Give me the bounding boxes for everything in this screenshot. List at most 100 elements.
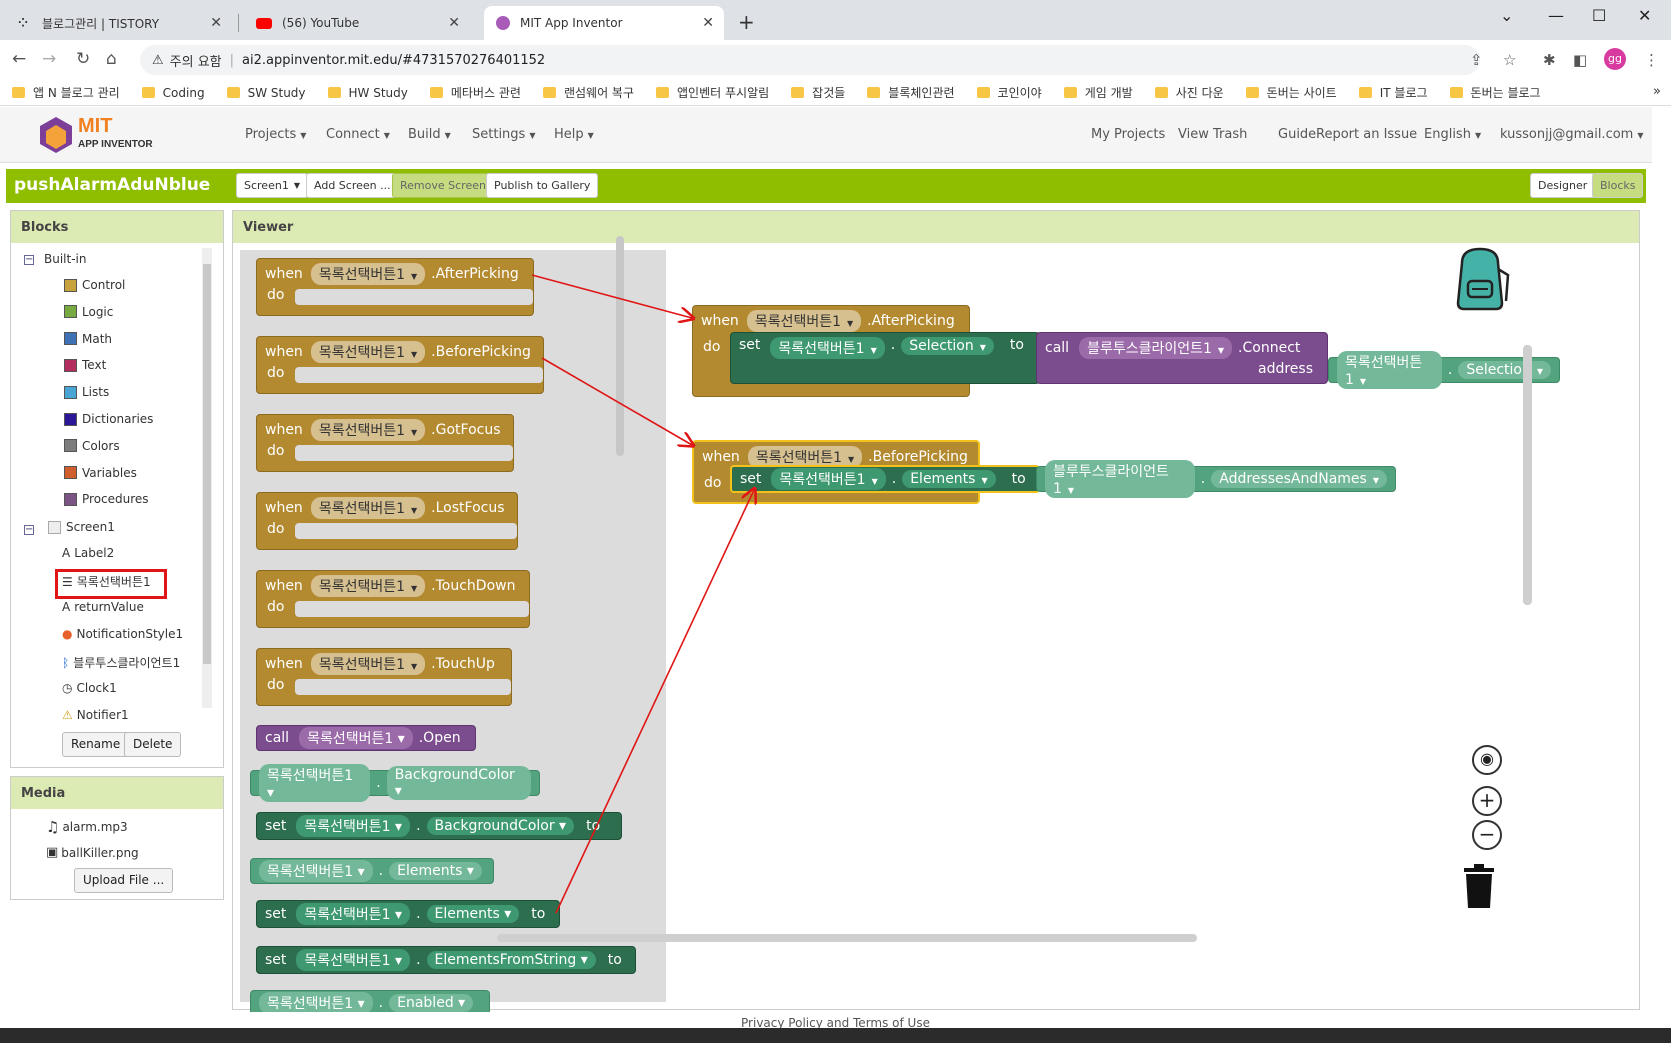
flyout-event-block[interactable]: when 목록선택버튼1 ▼ .GotFocus do: [256, 414, 514, 472]
component-item[interactable]: ● NotificationStyle1: [62, 627, 183, 641]
minimize-icon[interactable]: —: [1548, 6, 1564, 25]
reload-icon[interactable]: ↻: [76, 49, 90, 69]
address-bar[interactable]: ⚠ 주의 요함 | ai2.appinventor.mit.edu/#47315…: [140, 45, 1480, 75]
share-icon[interactable]: ⇪: [1470, 51, 1483, 69]
profile-avatar[interactable]: gg: [1604, 48, 1626, 70]
menu-connect[interactable]: Connect ▼: [326, 127, 390, 142]
bookmark-item[interactable]: 블록체인관련: [867, 84, 955, 101]
component-item[interactable]: AreturnValue: [62, 600, 144, 614]
flyout-scrollbar[interactable]: [616, 236, 624, 456]
close-window-icon[interactable]: ✕: [1638, 6, 1651, 25]
menu-view-trash[interactable]: View Trash: [1178, 127, 1247, 142]
builtin-colors[interactable]: Colors: [64, 439, 120, 453]
menu-guide[interactable]: Guide: [1278, 127, 1316, 142]
flyout-setter-block[interactable]: set 목록선택버튼1 ▾. BackgroundColor ▾ to: [256, 812, 622, 840]
component-item[interactable]: ◷ Clock1: [62, 681, 117, 695]
collapse-builtin-icon[interactable]: −: [24, 255, 34, 265]
bookmark-item[interactable]: SW Study: [226, 86, 306, 100]
menu-my-projects[interactable]: My Projects: [1091, 127, 1165, 142]
close-tab-icon[interactable]: ✕: [702, 15, 714, 31]
component-dropdown[interactable]: 목록선택버튼1 ▼: [746, 310, 862, 332]
property-dropdown[interactable]: BackgroundColor ▾: [426, 817, 575, 835]
menu-language[interactable]: English ▼: [1424, 127, 1481, 142]
component-dropdown[interactable]: 블루투스클라이언트1 ▼: [1045, 460, 1195, 498]
trash-icon[interactable]: [1462, 862, 1496, 910]
home-icon[interactable]: ⌂: [106, 49, 117, 69]
flyout-event-block[interactable]: when 목록선택버튼1 ▼ .BeforePicking do: [256, 336, 544, 394]
blocks-scrollbar[interactable]: [202, 248, 212, 708]
property-dropdown[interactable]: AddressesAndNames ▼: [1211, 470, 1387, 488]
app-inventor-logo[interactable]: MIT APP INVENTOR: [36, 115, 176, 155]
property-dropdown[interactable]: Elements ▼: [902, 470, 996, 488]
component-dropdown[interactable]: 목록선택버튼1 ▾: [296, 949, 411, 971]
component-dropdown[interactable]: 블루투스클라이언트1 ▼: [1079, 337, 1233, 359]
component-dropdown[interactable]: 목록선택버튼1 ▾: [259, 860, 373, 882]
bookmarks-more-icon[interactable]: »: [1653, 84, 1661, 99]
menu-help[interactable]: Help ▼: [554, 127, 594, 142]
component-dropdown[interactable]: 목록선택버튼1 ▼: [310, 653, 426, 675]
bookmark-item[interactable]: 사진 다운: [1154, 84, 1224, 101]
bookmark-item[interactable]: 돈버는 사이트: [1245, 84, 1337, 101]
builtin-logic[interactable]: Logic: [64, 305, 113, 319]
get-addresses-block[interactable]: 블루투스클라이언트1 ▼ . AddressesAndNames ▼: [1036, 460, 1396, 498]
flyout-event-block[interactable]: when 목록선택버튼1 ▼ .LostFocus do: [256, 492, 518, 550]
flyout-setter-block[interactable]: set 목록선택버튼1 ▾. Elements ▾ to: [256, 900, 560, 928]
bookmark-item[interactable]: 랜섬웨어 복구: [542, 84, 634, 101]
backpack-icon[interactable]: [1448, 245, 1512, 311]
upload-file-button[interactable]: Upload File ...: [74, 868, 174, 893]
flyout-call-open-block[interactable]: call 목록선택버튼1 ▾ .Open: [256, 725, 476, 751]
builtin-text[interactable]: Text: [64, 358, 106, 372]
flyout-event-block[interactable]: when 목록선택버튼1 ▼ .AfterPicking do: [256, 258, 534, 316]
bookmark-item[interactable]: Coding: [141, 86, 205, 100]
workspace-hscroll[interactable]: [497, 934, 1197, 942]
tree-builtin[interactable]: Built-in: [44, 252, 86, 266]
extensions-icon[interactable]: ✱: [1543, 51, 1556, 69]
component-dropdown[interactable]: 목록선택버튼1 ▾: [296, 903, 411, 925]
property-dropdown[interactable]: Elements ▾: [389, 862, 482, 880]
media-file[interactable]: ♫ alarm.mp3: [46, 818, 128, 836]
flyout-event-block[interactable]: when 목록선택버튼1 ▼ .TouchDown do: [256, 570, 530, 628]
property-dropdown[interactable]: Enabled ▾: [389, 994, 474, 1012]
workspace-vscroll[interactable]: [1523, 345, 1532, 605]
zoom-in-icon[interactable]: +: [1472, 786, 1502, 816]
zoom-out-icon[interactable]: −: [1472, 820, 1502, 850]
bookmark-item[interactable]: 게임 개발: [1063, 84, 1133, 101]
component-dropdown[interactable]: 목록선택버튼1 ▼: [771, 468, 886, 490]
menu-account[interactable]: kussonjj@gmail.com ▼: [1500, 127, 1644, 142]
bookmark-item[interactable]: HW Study: [327, 86, 408, 100]
close-tab-icon[interactable]: ✕: [448, 15, 460, 31]
tab-search-icon[interactable]: ⌄: [1500, 6, 1513, 25]
property-dropdown[interactable]: BackgroundColor ▾: [386, 766, 531, 800]
bookmark-item[interactable]: 돈버는 블로그: [1449, 84, 1541, 101]
blocks-button[interactable]: Blocks: [1592, 173, 1644, 198]
component-dropdown[interactable]: 목록선택버튼1 ▼: [1337, 351, 1442, 389]
tab-tistory[interactable]: ⁘ 블로그관리 | TISTORY ✕: [6, 6, 232, 40]
tab-app-inventor[interactable]: MIT App Inventor ✕: [484, 6, 724, 40]
component-dropdown[interactable]: 목록선택버튼1 ▼: [310, 419, 426, 441]
menu-report-issue[interactable]: Report an Issue: [1316, 127, 1417, 142]
menu-settings[interactable]: Settings ▼: [472, 127, 535, 142]
component-dropdown[interactable]: 목록선택버튼1 ▾: [296, 815, 411, 837]
bookmark-item[interactable]: 잡것들: [791, 84, 845, 101]
collapse-screen-icon[interactable]: −: [24, 525, 34, 535]
property-dropdown[interactable]: Selection ▼: [1458, 361, 1551, 379]
close-tab-icon[interactable]: ✕: [210, 15, 222, 31]
warning-icon[interactable]: ⚠: [152, 53, 164, 68]
menu-icon[interactable]: ⋮: [1644, 51, 1659, 69]
component-dropdown[interactable]: 목록선택버튼1 ▾: [259, 992, 373, 1014]
builtin-math[interactable]: Math: [64, 332, 112, 346]
component-dropdown[interactable]: 목록선택버튼1 ▼: [770, 337, 885, 359]
set-elements-block[interactable]: set 목록선택버튼1 ▼ . Elements ▼ to: [730, 465, 1040, 493]
component-item[interactable]: ⚠ Notifier1: [62, 708, 129, 722]
property-dropdown[interactable]: Elements ▾: [426, 905, 520, 923]
security-label[interactable]: 주의 요함: [170, 51, 222, 70]
builtin-procedures[interactable]: Procedures: [64, 492, 149, 506]
designer-button[interactable]: Designer: [1530, 173, 1596, 198]
builtin-control[interactable]: Control: [64, 278, 125, 292]
menu-build[interactable]: Build ▼: [408, 127, 451, 142]
bookmark-item[interactable]: IT 블로그: [1358, 84, 1428, 101]
tree-screen1[interactable]: Screen1: [48, 520, 115, 534]
back-icon[interactable]: ←: [12, 49, 26, 69]
tab-youtube[interactable]: (56) YouTube ✕: [244, 6, 470, 40]
scrollbar-thumb[interactable]: [203, 264, 211, 664]
